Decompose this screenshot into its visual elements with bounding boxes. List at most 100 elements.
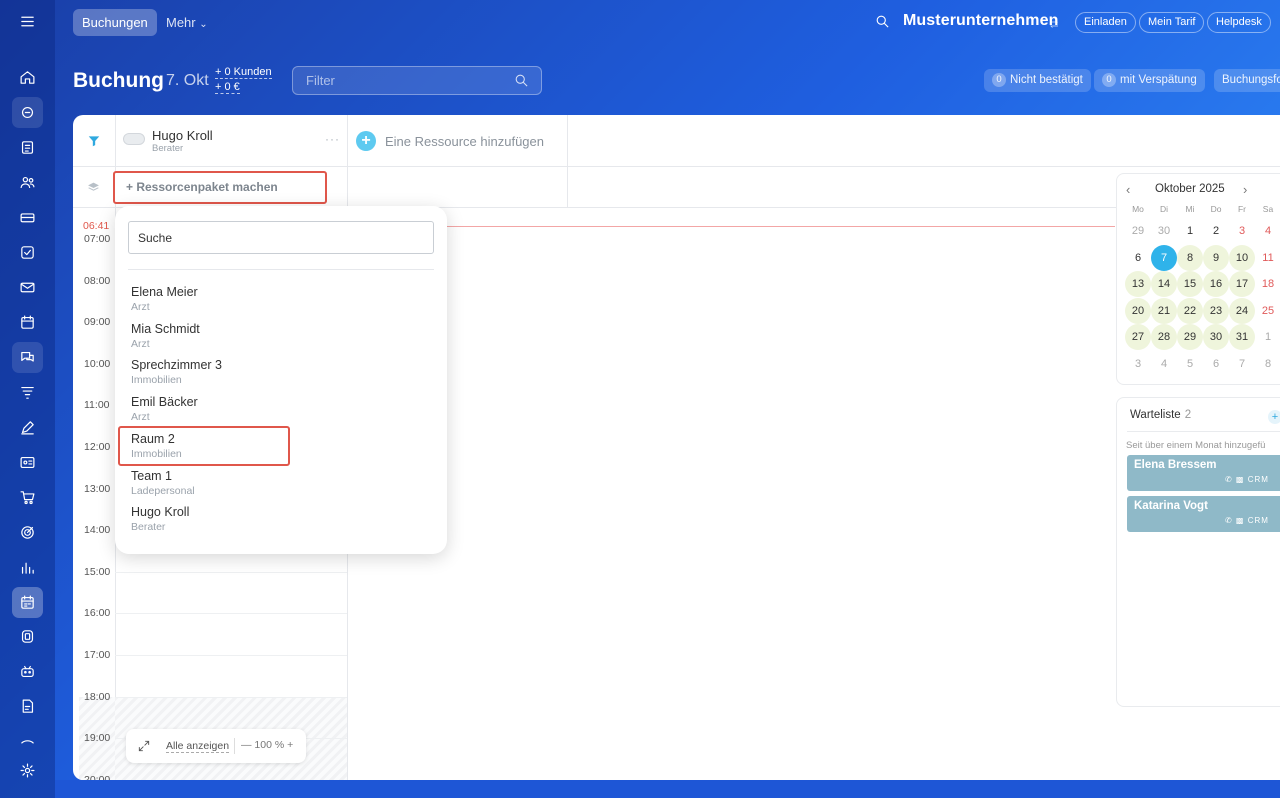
calendar-day[interactable]: 6 (1203, 351, 1229, 377)
calendar-day[interactable]: 30 (1203, 324, 1229, 350)
calendar-day[interactable]: 15 (1177, 271, 1203, 297)
id-card-icon[interactable] (12, 447, 43, 478)
calendar-day[interactable]: 2 (1203, 218, 1229, 244)
sign-doc-icon[interactable] (12, 691, 43, 722)
calendar-day[interactable]: 22 (1177, 297, 1203, 324)
calendar-day[interactable]: 4 (1255, 218, 1280, 244)
calendar-day[interactable]: 6 (1125, 245, 1151, 271)
menu-icon[interactable] (12, 6, 43, 37)
calendar-day[interactable]: 4 (1151, 351, 1177, 377)
pen-icon[interactable] (12, 412, 43, 443)
calendar-day[interactable]: 3 (1125, 351, 1151, 377)
calendar-day[interactable]: 28 (1151, 324, 1177, 350)
calendar-day[interactable]: 9 (1203, 244, 1229, 271)
target-icon[interactable] (12, 517, 43, 548)
calendar-day[interactable]: 8 (1177, 244, 1203, 271)
calendar-day[interactable]: 29 (1125, 218, 1151, 244)
calendar-day[interactable]: 23 (1203, 297, 1229, 324)
calendar-day[interactable]: 5 (1177, 351, 1203, 377)
dropdown-item[interactable]: Hugo Kroll Berater (131, 505, 381, 537)
calendar-day[interactable]: 21 (1151, 297, 1177, 324)
bot-icon[interactable] (12, 656, 43, 687)
inbox-icon[interactable] (12, 202, 43, 233)
sites-icon[interactable] (12, 621, 43, 652)
calendar-day[interactable]: 1 (1177, 218, 1203, 244)
calendar-day[interactable]: 7 (1151, 244, 1177, 271)
calendar-day[interactable]: 8 (1255, 351, 1280, 377)
chat-icon[interactable] (12, 342, 43, 373)
settings-icon[interactable] (12, 755, 43, 786)
contacts-icon[interactable] (12, 167, 43, 198)
search-icon[interactable] (875, 14, 890, 34)
late-button[interactable]: 0 mit Verspätung (1094, 69, 1205, 92)
calendar-day[interactable]: 1 (1255, 324, 1280, 350)
calendar-day[interactable]: 30 (1151, 218, 1177, 244)
dropdown-item[interactable]: Elena Meier Arzt (131, 285, 381, 317)
checklist-icon[interactable] (12, 237, 43, 268)
chevron-left-icon[interactable]: ‹ (1126, 182, 1130, 197)
resource-menu-icon[interactable]: ··· (325, 132, 340, 146)
layers-icon[interactable] (87, 181, 100, 199)
calendar-day[interactable]: 18 (1255, 271, 1280, 297)
funnel-nav-icon[interactable] (12, 377, 43, 408)
calendar-icon[interactable] (12, 307, 43, 338)
calendar-day[interactable]: 24 (1229, 297, 1255, 324)
calendar-day[interactable]: 11 (1255, 245, 1280, 271)
current-date[interactable]: 7. Okt (166, 72, 209, 90)
show-all-link[interactable]: Alle anzeigen (166, 740, 230, 753)
booking-form-button[interactable]: Buchungsfo (1214, 69, 1280, 92)
customers-stat[interactable]: + 0 Kunden (215, 66, 272, 79)
resource-toggle[interactable] (123, 133, 145, 145)
tasks-icon[interactable] (12, 132, 43, 163)
add-resource-button[interactable]: + Eine Ressource hinzufügen (356, 131, 544, 151)
calendar-month-title[interactable]: Oktober 2025 (1155, 183, 1225, 195)
calendar-day[interactable]: 20 (1125, 297, 1151, 324)
calendar-day[interactable]: 27 (1125, 324, 1151, 350)
calendar-day[interactable]: 29 (1177, 324, 1203, 350)
calendar-day[interactable]: 7 (1229, 351, 1255, 377)
filter-input[interactable] (293, 67, 513, 94)
dropdown-item-role: Immobilien (131, 374, 182, 387)
booking-calendar-icon[interactable] (12, 587, 43, 618)
expand-icon[interactable] (137, 739, 151, 758)
calendar-day[interactable]: 14 (1151, 271, 1177, 297)
dropdown-item[interactable]: Mia Schmidt Arzt (131, 322, 381, 354)
wifi-icon[interactable] (12, 726, 43, 757)
calendar-day[interactable]: 3 (1229, 218, 1255, 244)
waitlist-entry[interactable]: Katarina Vogt ✆ ▩ CRM (1127, 496, 1280, 532)
tab-mehr[interactable]: Mehr ⌄ (166, 9, 208, 36)
calendar-day[interactable]: 10 (1229, 244, 1255, 271)
create-resource-package-button[interactable]: + Ressorcenpaket machen (113, 171, 327, 204)
switch-icon[interactable] (1048, 17, 1060, 35)
waitlist-divider (1127, 431, 1280, 432)
dropdown-item[interactable]: Sprechzimmer 3 Immobilien (131, 358, 381, 390)
mail-icon[interactable] (12, 272, 43, 303)
cart-icon[interactable] (12, 482, 43, 513)
home-icon[interactable] (12, 62, 43, 93)
tab-buchungen[interactable]: Buchungen (73, 9, 157, 36)
dropdown-search-input[interactable] (128, 221, 434, 254)
calendar-day[interactable]: 17 (1229, 271, 1255, 297)
dropdown-item[interactable]: Team 1 Ladepersonal (131, 469, 381, 501)
not-confirmed-button[interactable]: 0 Nicht bestätigt (984, 69, 1091, 92)
not-confirmed-count: 0 (992, 73, 1006, 87)
waitlist-entry-name: Katarina Vogt (1134, 500, 1208, 512)
calendar-day[interactable]: 16 (1203, 271, 1229, 297)
amount-stat[interactable]: + 0 € (215, 81, 240, 94)
my-plan-button[interactable]: Mein Tarif (1139, 12, 1205, 33)
filter-icon[interactable] (87, 134, 101, 153)
zoom-level[interactable]: — 100 % + (241, 739, 293, 751)
company-name[interactable]: Musterunternehmen (903, 12, 1059, 30)
calendar-day[interactable]: 13 (1125, 271, 1151, 297)
analytics-icon[interactable] (12, 552, 43, 583)
helpdesk-button[interactable]: Helpdesk (1207, 12, 1271, 33)
add-waitlist-icon[interactable]: + (1268, 410, 1280, 424)
chevron-right-icon[interactable]: › (1243, 182, 1247, 197)
calendar-day[interactable]: 25 (1255, 298, 1280, 324)
dropdown-item[interactable]: Emil Bäcker Arzt (131, 395, 381, 427)
invite-button[interactable]: Einladen (1075, 12, 1136, 33)
search-icon[interactable] (514, 73, 529, 93)
copilot-icon[interactable] (12, 97, 43, 128)
waitlist-entry[interactable]: Elena Bressem ✆ ▩ CRM (1127, 455, 1280, 491)
calendar-day[interactable]: 31 (1229, 324, 1255, 350)
